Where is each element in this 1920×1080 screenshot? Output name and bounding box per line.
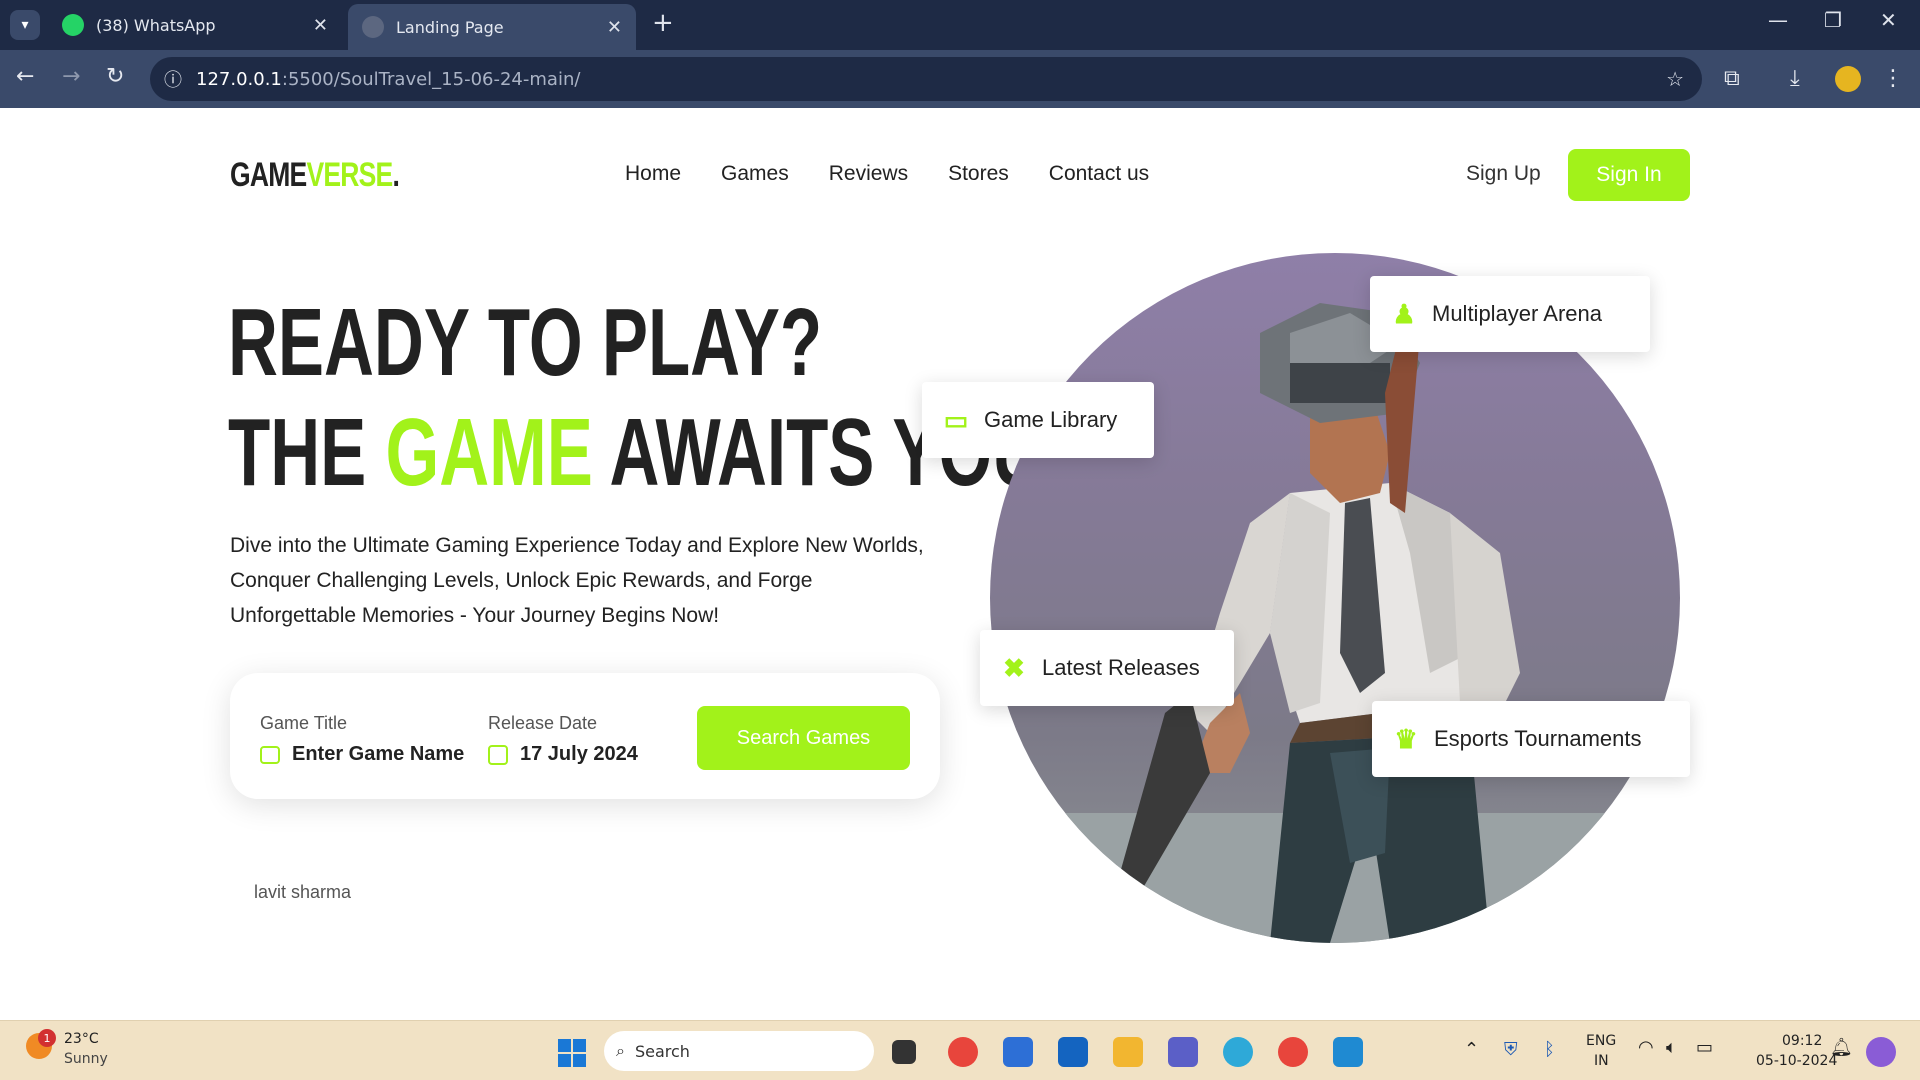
task-view-icon[interactable] [892,1040,916,1064]
minimize-icon[interactable]: — [1768,8,1788,32]
outlook-icon[interactable] [1058,1037,1088,1067]
clock-time[interactable]: 09:12 [1782,1033,1822,1049]
notification-badge: 1 [38,1029,56,1047]
author-credit: lavit sharma [254,882,352,902]
notifications-bell-icon[interactable]: 🔔︎ [1830,1037,1853,1058]
badge-latest-releases[interactable]: ✖ Latest Releases [980,630,1234,706]
close-tab-icon[interactable]: ✕ [607,17,622,38]
forward-icon[interactable]: → [62,64,80,89]
download-icon[interactable]: ⤓ [1790,66,1800,91]
new-tab-button[interactable]: + [652,8,674,38]
tab-label: Landing Page [396,17,504,37]
calendar-icon [488,744,508,765]
tab-landing-page[interactable]: Landing Page ✕ [348,4,636,50]
vscode-icon[interactable] [1333,1037,1363,1067]
sign-in-button[interactable]: Sign In [1568,149,1690,201]
site-info-icon[interactable]: ⓘ [164,66,182,92]
start-menu-icon[interactable] [558,1039,586,1067]
chrome-active-icon[interactable] [1278,1037,1308,1067]
badge-label: Latest Releases [1042,655,1200,680]
logo-dot: . [392,156,400,194]
trophy-icon: ♛ [1394,723,1418,754]
close-tab-icon[interactable]: ✕ [313,15,328,36]
landing-page: GAMEVERSE. Home Games Reviews Stores Con… [0,108,1920,1020]
badge-label: Game Library [984,407,1118,432]
nav-games[interactable]: Games [721,162,789,186]
logo-accent-text: VERSE [306,156,393,194]
gamepad-icon: ▭ [943,404,969,435]
nav-stores[interactable]: Stores [948,162,1009,186]
search-icon: ⌕ [616,1041,625,1060]
hero-title-line1: READY TO PLAY? [228,289,823,396]
reload-icon[interactable]: ↻ [106,64,124,89]
release-date-label: Release Date [488,713,598,733]
weather-condition[interactable]: Sunny [64,1051,108,1067]
url-path: :5500/SoulTravel_15-06-24-main/ [281,68,581,90]
badge-label: Multiplayer Arena [1432,301,1602,326]
game-search-card: Game Title Enter Game Name Release Date … [230,673,940,799]
tab-search-button[interactable]: ▾ [10,10,40,40]
logo-text: GAME [230,156,307,194]
hero-text: THE [228,399,386,506]
wifi-icon[interactable]: ◠ [1638,1037,1654,1058]
gamepad-icon [260,745,280,764]
chrome-icon[interactable] [948,1037,978,1067]
clock-date[interactable]: 05-10-2024 [1756,1053,1837,1069]
address-bar[interactable]: ⓘ 127.0.0.1 :5500/SoulTravel_15-06-24-ma… [150,57,1702,101]
language-eng[interactable]: ENG [1586,1033,1616,1049]
badge-label: Esports Tournaments [1434,726,1642,751]
hero-accent-text: GAME [385,399,593,506]
game-title-label: Game Title [260,713,348,733]
hero-description: Dive into the Ultimate Gaming Experience… [230,534,924,627]
release-date-field[interactable]: 17 July 2024 [488,743,638,766]
game-title-value: Enter Game Name [292,743,465,765]
language-region[interactable]: IN [1594,1053,1609,1069]
nav-reviews[interactable]: Reviews [829,162,908,186]
tab-label: (38) WhatsApp [96,15,216,35]
hero-title-line2: THE GAME AWAITS YOU [228,398,1042,508]
soldier-illustration [990,303,1680,943]
search-games-button[interactable]: Search Games [697,706,910,770]
bookmark-star-icon[interactable]: ☆ [1666,67,1684,91]
weather-temperature[interactable]: 23°C [64,1031,99,1047]
sign-up-link[interactable]: Sign Up [1466,162,1541,186]
main-nav: Home Games Reviews Stores Contact us [625,162,1149,186]
hero-image [990,253,1680,943]
profile-avatar[interactable] [1835,66,1861,92]
release-date-value: 17 July 2024 [520,743,638,765]
game-title-field[interactable]: Enter Game Name [260,743,464,766]
nav-contact[interactable]: Contact us [1049,162,1149,186]
file-explorer-icon[interactable] [1113,1037,1143,1067]
copilot-icon[interactable] [1866,1037,1896,1067]
multiplayer-icon: ♟ [1392,298,1416,329]
battery-icon[interactable]: ▭ [1696,1037,1713,1058]
security-icon[interactable]: ⛨ [1504,1039,1518,1060]
url-host: 127.0.0.1 [196,68,282,90]
nav-home[interactable]: Home [625,162,681,186]
back-icon[interactable]: ← [16,64,34,89]
edge-icon[interactable] [1223,1037,1253,1067]
globe-icon [362,16,384,38]
whatsapp-icon [62,14,84,36]
badge-game-library[interactable]: ▭ Game Library [922,382,1154,458]
close-window-icon[interactable]: ✕ [1880,8,1897,32]
site-logo[interactable]: GAMEVERSE. [230,156,400,195]
badge-multiplayer-arena[interactable]: ♟ Multiplayer Arena [1370,276,1650,352]
windows-taskbar: 1 23°C Sunny ⌕ Search ⌃ ⛨ ᛒ ENG IN ◠ 🔈︎ … [0,1020,1920,1080]
taskbar-search-box[interactable]: ⌕ Search [604,1031,874,1071]
tab-whatsapp[interactable]: (38) WhatsApp ✕ [52,6,342,44]
volume-icon[interactable]: 🔈︎ [1666,1037,1677,1058]
teams-icon[interactable] [1168,1037,1198,1067]
browser-toolbar: ← → ↻ ⓘ 127.0.0.1 :5500/SoulTravel_15-06… [0,50,1920,108]
chevron-up-icon[interactable]: ⌃ [1464,1039,1479,1060]
restore-icon[interactable]: ❐ [1824,8,1842,32]
badge-esports-tournaments[interactable]: ♛ Esports Tournaments [1372,701,1690,777]
menu-icon[interactable]: ⋮ [1882,66,1904,91]
taskbar-search-label: Search [634,1041,690,1061]
extensions-icon[interactable]: ⧉ [1724,66,1740,91]
store-icon[interactable] [1003,1037,1033,1067]
bluetooth-icon[interactable]: ᛒ [1544,1039,1555,1060]
releases-icon: ✖ [1003,652,1025,683]
